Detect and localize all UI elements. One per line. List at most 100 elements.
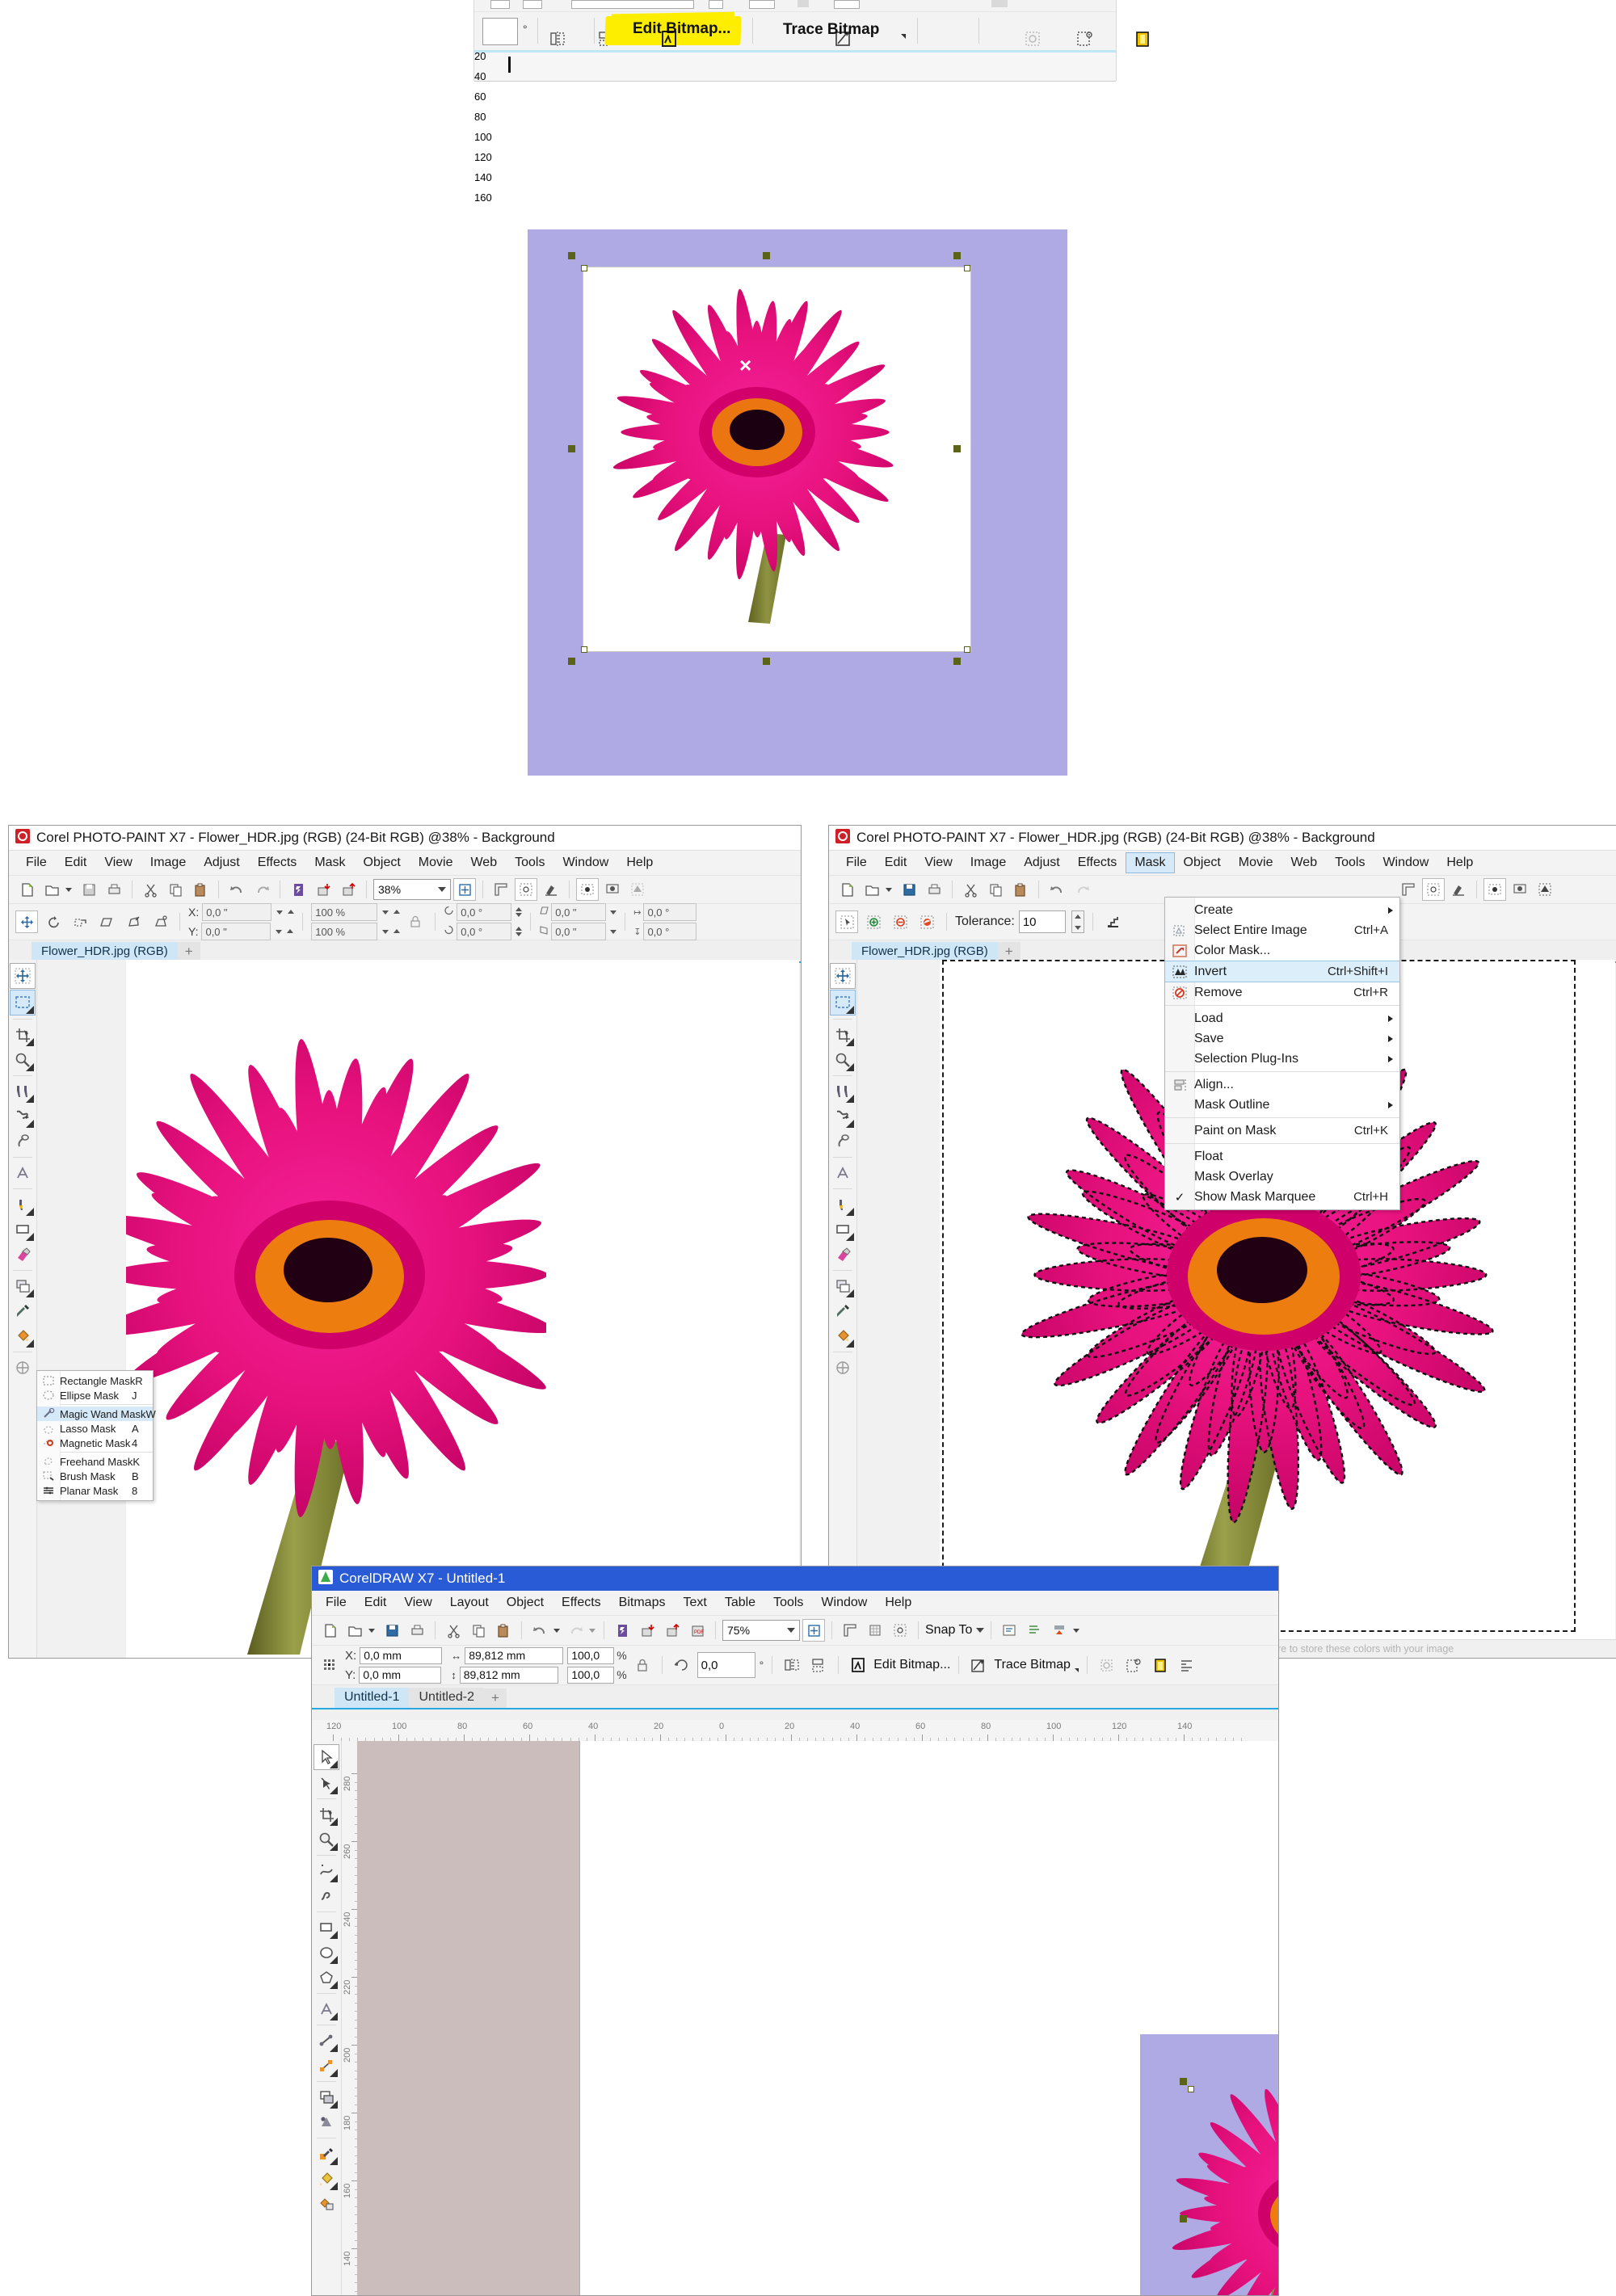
skew2-field[interactable]: 0,0 " [551, 923, 607, 940]
clone-tool-icon[interactable] [11, 1129, 35, 1154]
mask-menu-paint-on-mask[interactable]: Paint on Mask Ctrl+K [1165, 1121, 1399, 1141]
trace-bitmap-dropdown-arrow[interactable] [1074, 1667, 1079, 1672]
application-launcher-icon[interactable] [1048, 1619, 1071, 1642]
mask-tool-magic-wand-mask[interactable]: Magic Wand Mask W [37, 1407, 156, 1421]
open-icon[interactable] [40, 878, 63, 901]
menu-layout[interactable]: Layout [441, 1592, 498, 1613]
y-spinner-up[interactable] [287, 928, 294, 935]
object-origin-picker[interactable] [318, 1654, 341, 1676]
open-icon[interactable] [343, 1619, 366, 1642]
mask-menu-mask-outline[interactable]: Mask Outline [1165, 1095, 1399, 1115]
sw-spinner[interactable] [382, 910, 389, 915]
print-icon[interactable] [406, 1619, 428, 1642]
paint-tool-icon[interactable] [831, 1192, 855, 1217]
rulers-icon[interactable] [1397, 878, 1420, 901]
publish-pdf-icon[interactable]: PDF [686, 1619, 709, 1642]
menu-text[interactable]: Text [674, 1592, 715, 1613]
x-spinner[interactable] [276, 910, 284, 915]
cd-new-doc-tab-button[interactable]: + [483, 1688, 507, 1708]
cd-x-field[interactable]: 0,0 mm [360, 1646, 443, 1664]
cd-y-field[interactable]: 0,0 mm [359, 1666, 442, 1684]
menu-movie[interactable]: Movie [1230, 852, 1282, 873]
mirror-horizontal-icon[interactable] [781, 1654, 803, 1676]
cd-edit-bitmap-button[interactable]: Edit Bitmap... [873, 1658, 950, 1672]
save-icon[interactable] [78, 878, 100, 901]
menu-view[interactable]: View [95, 852, 141, 873]
mask-tool-icon[interactable] [830, 990, 856, 1016]
interactive-fill-icon[interactable] [11, 1356, 35, 1380]
menu-effects[interactable]: Effects [1069, 852, 1126, 873]
menu-edit[interactable]: Edit [356, 1592, 396, 1613]
rectangle-tool-icon[interactable] [11, 1217, 35, 1242]
connector-tool-icon[interactable] [314, 2054, 339, 2078]
menu-window[interactable]: Window [553, 852, 617, 873]
skew-object-icon[interactable] [95, 910, 118, 933]
selection-handle-e[interactable] [953, 445, 961, 452]
undo-icon[interactable] [225, 878, 248, 901]
object-transparency-icon[interactable] [831, 1274, 855, 1298]
menu-tools[interactable]: Tools [506, 852, 553, 873]
cut-icon[interactable] [139, 878, 162, 901]
guidelines-icon[interactable] [889, 1619, 911, 1642]
print-icon[interactable] [923, 878, 945, 901]
menu-mask[interactable]: Mask [1126, 852, 1175, 873]
mask-menu-select-entire-image[interactable]: Select Entire Image Ctrl+A [1165, 920, 1399, 940]
cd-vertical-ruler[interactable]: 280 260 240 220 200 180 160 140 [342, 1741, 359, 2295]
mask-mode-xor-icon[interactable] [915, 910, 938, 933]
object-transparency-icon[interactable] [11, 1274, 35, 1298]
scale-object-icon[interactable] [69, 910, 91, 933]
selection-handle-nw-small[interactable] [581, 265, 587, 271]
angle1-field[interactable]: 0,0 ° [643, 903, 697, 921]
open-dropdown-arrow[interactable] [886, 887, 892, 892]
mask-menu-mask-overlay[interactable]: Mask Overlay [1165, 1167, 1399, 1187]
mask-tool-magnetic-mask[interactable]: Magnetic Mask 4 [37, 1436, 153, 1450]
text-tool-icon[interactable] [831, 1161, 855, 1185]
freehand-tool-icon[interactable] [314, 1859, 339, 1883]
export-icon[interactable] [661, 1619, 684, 1642]
clear-mask-icon[interactable] [1447, 878, 1470, 901]
selection-handle-w[interactable] [568, 445, 575, 452]
zoom-tool-icon[interactable] [314, 1827, 339, 1852]
selection-handle-ne[interactable] [953, 252, 961, 259]
skew2-spin[interactable] [610, 929, 617, 934]
print-icon[interactable] [103, 878, 125, 901]
new-doc-tab-button[interactable]: + [177, 942, 200, 961]
object-pick-tool-icon[interactable] [10, 963, 36, 989]
import-icon[interactable] [636, 1619, 659, 1642]
polygon-tool-icon[interactable] [314, 1966, 339, 1990]
y-field[interactable]: 0,0 " [201, 923, 271, 940]
cd-drawing-area[interactable]: × [357, 1741, 1278, 2295]
brush-tool-icon[interactable] [11, 1079, 35, 1104]
dimension-tool-icon[interactable] [314, 2029, 339, 2053]
skew1-field[interactable]: 0,0 " [551, 903, 607, 921]
cd-handle-nw-small[interactable] [1188, 2086, 1194, 2092]
selection-handle-ne-small[interactable] [964, 265, 970, 271]
cd-handle-w[interactable] [1180, 2215, 1187, 2222]
rotation2-field[interactable]: 0,0 ° [457, 923, 512, 940]
undo-icon[interactable] [1046, 878, 1068, 901]
cd-scale-w-field[interactable]: 100,0 [567, 1646, 615, 1664]
text-tool-icon[interactable] [11, 1161, 35, 1185]
cd-placed-bitmap[interactable] [1140, 2034, 1278, 2295]
rot1-spin[interactable] [516, 907, 523, 917]
mask-menu-show-mask-marquee[interactable]: ✓ Show Mask Marquee Ctrl+H [1165, 1187, 1399, 1207]
zoom-tool-icon[interactable] [831, 1048, 855, 1072]
new-icon[interactable] [318, 1619, 341, 1642]
menu-movie[interactable]: Movie [410, 852, 462, 873]
x-spinner-up[interactable] [288, 909, 295, 915]
mask-menu-selection-plug-ins[interactable]: Selection Plug-Ins [1165, 1049, 1399, 1069]
menu-object[interactable]: Object [355, 852, 410, 873]
rectangle-tool-icon[interactable] [831, 1217, 855, 1242]
effect-tool-icon[interactable] [831, 1104, 855, 1129]
sh-spinner[interactable] [382, 929, 389, 934]
interactive-fill-icon[interactable] [314, 2167, 339, 2191]
text-tool-icon[interactable] [314, 1997, 339, 2021]
menu-edit[interactable]: Edit [56, 852, 96, 873]
lock-ratio-icon[interactable] [631, 1654, 654, 1676]
crop-tool-icon[interactable] [314, 1802, 339, 1827]
redo-icon[interactable] [250, 878, 273, 901]
fit-page-icon[interactable] [802, 1619, 825, 1642]
transparency-icon[interactable] [1130, 27, 1155, 51]
menu-image[interactable]: Image [962, 852, 1015, 873]
selection-handle-sw[interactable] [568, 658, 575, 665]
